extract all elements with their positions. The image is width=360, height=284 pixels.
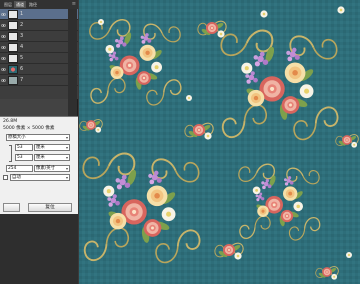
height-unit-value: 厘米 [36, 155, 45, 160]
eye-icon[interactable] [1, 67, 6, 72]
panel-tabs: 图层 通道 路径 ≡ [0, 0, 78, 9]
eye-icon[interactable] [1, 56, 6, 61]
layer-thumbnail [8, 32, 18, 41]
layer-name: 7 [20, 77, 24, 83]
width-unit-value: 厘米 [36, 145, 45, 150]
left-panel: 图层 通道 路径 ≡ 1 2 3 4 5 6 7 26.8M 5000 像素 ×… [0, 0, 78, 284]
panel-menu-icon[interactable]: ≡ [72, 1, 76, 8]
resample-checkbox[interactable] [3, 175, 8, 180]
eye-icon[interactable] [1, 12, 6, 17]
layer-row[interactable]: 4 [0, 42, 78, 53]
link-icon[interactable] [9, 145, 12, 162]
layer-name: 2 [20, 22, 24, 28]
chevron-down-icon: ▾ [65, 166, 68, 171]
layer-name: 6 [20, 66, 24, 72]
resolution-unit-value: 像素/英寸 [36, 166, 56, 171]
document-canvas[interactable] [79, 0, 360, 284]
layer-thumbnail [8, 43, 18, 52]
eye-icon[interactable] [1, 34, 6, 39]
layer-name: 3 [20, 33, 24, 39]
layer-row[interactable]: 6 [0, 64, 78, 75]
layer-name: 1 [20, 11, 24, 17]
resolution-unit-select[interactable]: 像素/英寸 ▾ [34, 165, 70, 172]
chevron-down-icon: ▾ [65, 155, 68, 160]
layer-name: 4 [20, 44, 24, 50]
layer-row[interactable]: 1 [0, 9, 78, 20]
width-field[interactable]: 53 [15, 144, 33, 151]
layer-row[interactable]: 3 [0, 31, 78, 42]
workspace-background [0, 214, 78, 284]
layer-name: 5 [20, 55, 24, 61]
photoshop-workspace: 图层 通道 路径 ≡ 1 2 3 4 5 6 7 26.8M 5000 像素 ×… [0, 0, 360, 284]
layer-row[interactable]: 5 [0, 53, 78, 64]
image-size-label: 26.8M [3, 119, 17, 125]
layer-thumbnail [8, 76, 18, 85]
eye-icon[interactable] [1, 45, 6, 50]
layer-row[interactable]: 7 [0, 75, 78, 86]
height-unit-select[interactable]: 厘米 ▾ [34, 154, 70, 161]
layer-thumbnail [8, 54, 18, 63]
tab-channels[interactable]: 通道 [14, 1, 26, 8]
floral-pattern-image [79, 0, 360, 284]
chevron-down-icon: ▾ [65, 145, 68, 150]
eye-icon[interactable] [1, 78, 6, 83]
tab-layers[interactable]: 图层 [2, 1, 14, 8]
resolution-field[interactable]: 254 [6, 165, 33, 172]
image-size-dialog: 26.8M 5000 像素 × 5000 像素 原稿大小 ▾ 53 厘米 ▾ 5… [0, 116, 78, 214]
fit-to-select[interactable]: 原稿大小 ▾ [6, 134, 70, 141]
ok-button[interactable] [3, 203, 20, 212]
reset-button[interactable]: 复位 [28, 203, 72, 212]
chevron-down-icon: ▾ [65, 135, 68, 140]
fit-to-value: 原稿大小 [8, 135, 26, 140]
dimensions-label: 5000 像素 × 5000 像素 [3, 126, 54, 132]
resample-value: 自动 [12, 175, 21, 180]
layer-thumbnail [8, 21, 18, 30]
resample-select[interactable]: 自动 ▾ [10, 174, 70, 181]
scrollbar[interactable] [68, 9, 77, 119]
layer-list: 1 2 3 4 5 6 7 [0, 9, 78, 99]
width-unit-select[interactable]: 厘米 ▾ [34, 144, 70, 151]
tab-paths[interactable]: 路径 [27, 1, 39, 8]
layer-thumbnail [8, 65, 18, 74]
chevron-down-icon: ▾ [65, 175, 68, 180]
layer-row[interactable]: 2 [0, 20, 78, 31]
file-size-value: 26.8M [3, 119, 18, 124]
height-field[interactable]: 53 [15, 154, 33, 161]
eye-icon[interactable] [1, 23, 6, 28]
layer-thumbnail [8, 10, 18, 19]
dims-value: 5000 像素 × 5000 像素 [3, 126, 55, 131]
